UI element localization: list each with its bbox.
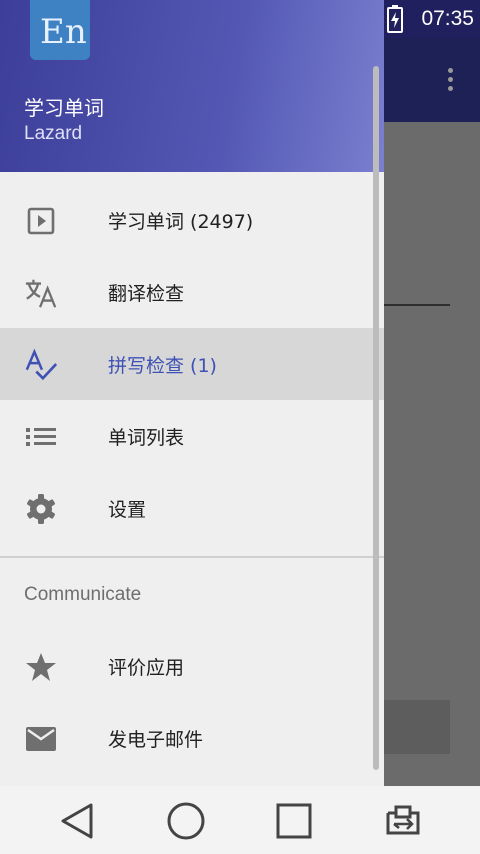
menu-item-spell-check[interactable]: 拼写检查 (1) [0,328,384,400]
translate-icon [24,276,58,310]
background-text-field-underline [384,304,450,306]
menu-item-label: 拼写检查 (1) [108,355,217,377]
battery-icon [386,5,404,33]
recents-icon[interactable] [271,798,317,844]
menu-item-label: 评价应用 [108,657,185,679]
menu-item-learn-words[interactable]: 学习单词 (2497) [0,184,384,256]
drawer-title: 学习单词 [24,96,104,120]
menu-item-send-email[interactable]: 发电子邮件 [0,702,384,774]
drawer-header: En 学习单词 Lazard [0,0,384,172]
background-button [384,700,450,754]
system-nav-bar [0,786,480,854]
gear-icon [24,492,58,526]
play-box-icon [24,204,58,238]
overflow-menu-icon [448,68,454,94]
star-icon [24,650,58,684]
list-icon [24,420,58,454]
drawer-subtitle: Lazard [24,123,83,144]
menu-item-word-list[interactable]: 单词列表 [0,400,384,472]
spellcheck-icon [24,348,58,382]
switch-app-icon[interactable] [380,798,426,844]
menu-item-label: 发电子邮件 [108,729,204,751]
status-time: 07:35 [421,7,474,30]
mail-icon [24,722,58,756]
divider [0,556,384,558]
menu-item-translation-check[interactable]: 翻译检查 [0,256,384,328]
menu-item-label: 设置 [108,499,147,521]
navigation-drawer: En 学习单词 Lazard 学习单词 (2497) 翻译检查 拼写检查 (1)… [0,0,384,786]
menu-item-label: 翻译检查 [108,283,185,305]
menu-item-settings[interactable]: 设置 [0,472,384,544]
menu-item-label: 单词列表 [108,427,185,449]
home-icon[interactable] [163,798,209,844]
back-icon[interactable] [54,798,100,844]
drawer-scrollbar[interactable] [373,66,379,770]
menu-item-label: 学习单词 (2497) [108,211,254,233]
section-header-communicate: Communicate [24,584,142,605]
app-logo: En [30,0,90,60]
menu-item-rate-app[interactable]: 评价应用 [0,630,384,702]
